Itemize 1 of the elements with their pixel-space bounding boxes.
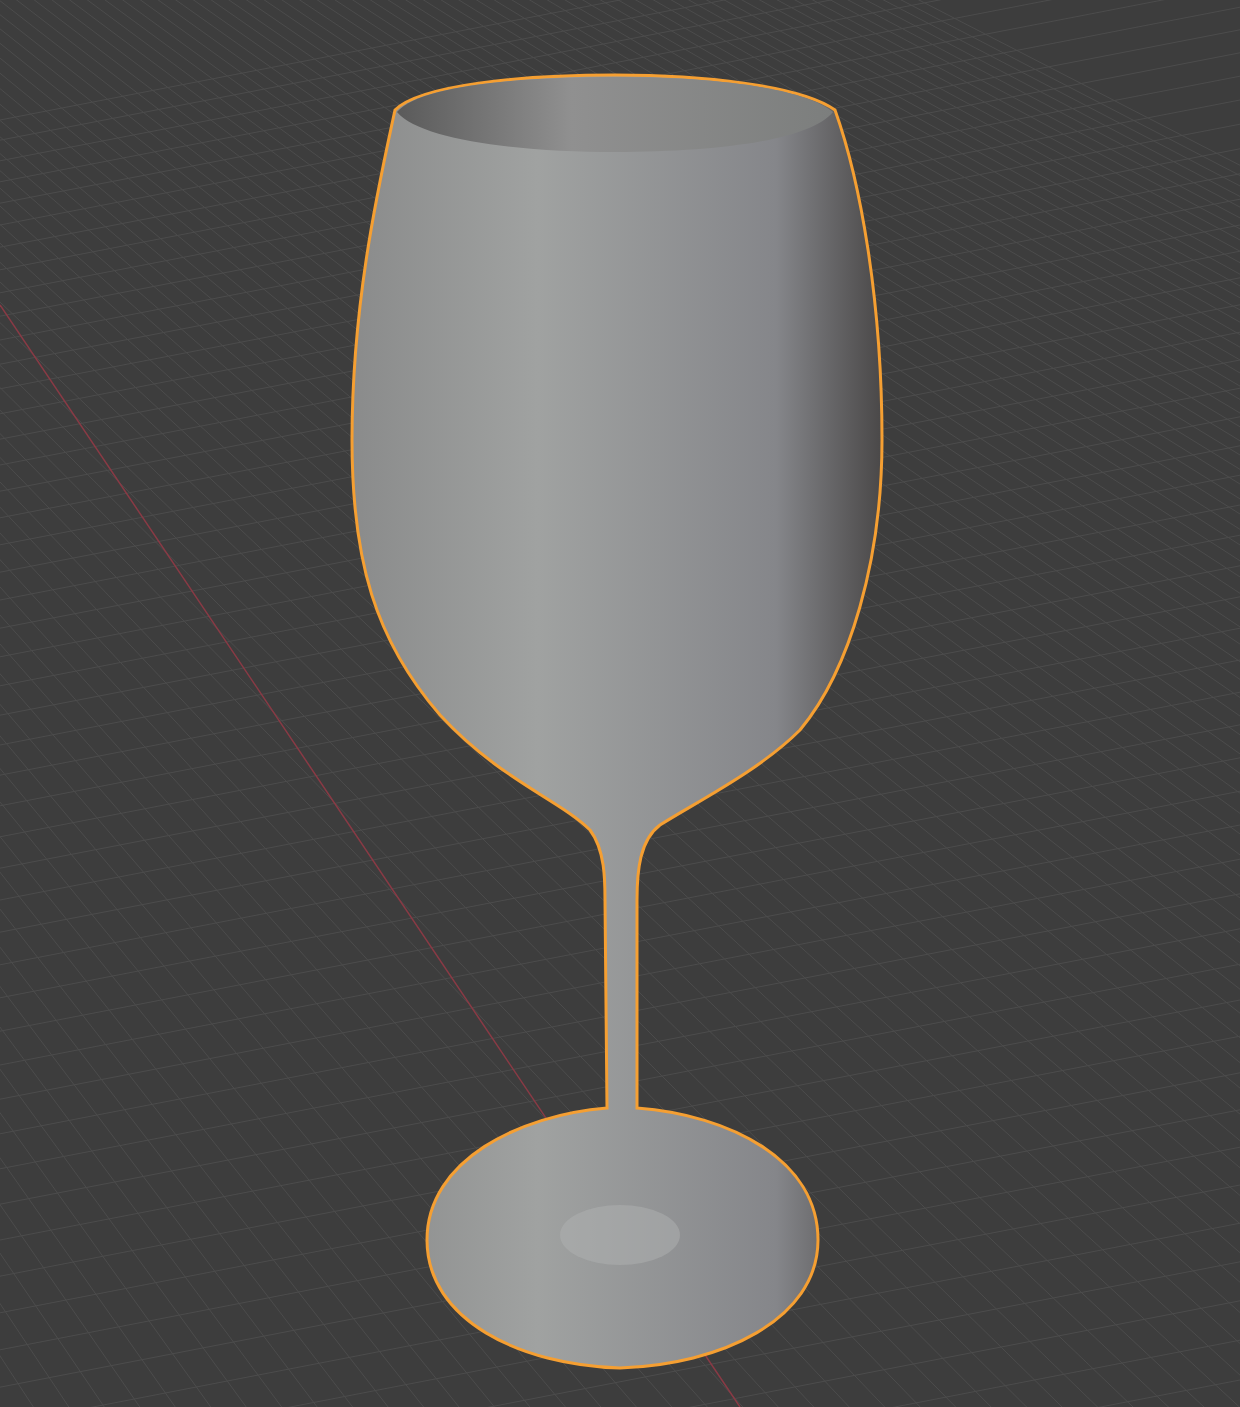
wine-glass-drawing[interactable]: [350, 73, 884, 1370]
